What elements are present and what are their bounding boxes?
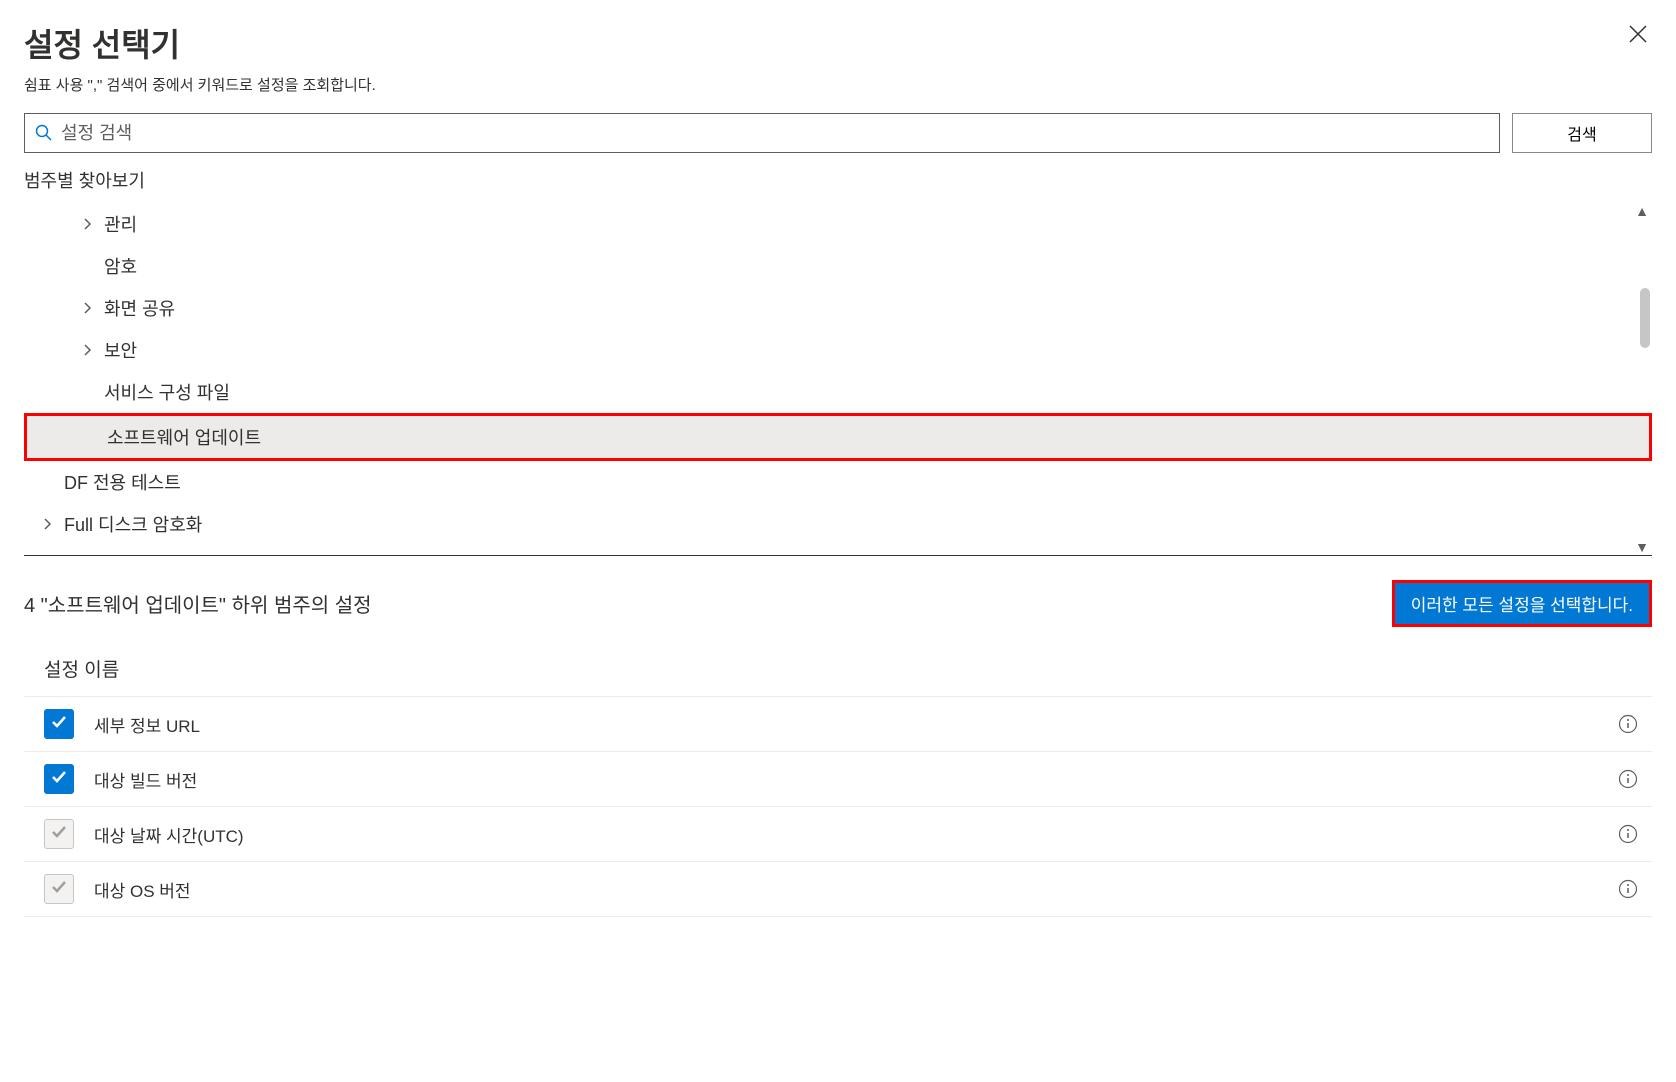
tree-item-label: 관리 xyxy=(104,211,137,237)
tree-item-4[interactable]: 서비스 구성 파일 xyxy=(24,371,1652,413)
setting-row[interactable]: 대상 날짜 시간(UTC) xyxy=(24,806,1652,861)
setting-row[interactable]: 세부 정보 URL xyxy=(24,696,1652,751)
setting-label: 대상 빌드 버전 xyxy=(94,767,1614,792)
tree-item-label: 보안 xyxy=(104,337,137,363)
chevron-right-icon xyxy=(76,218,100,230)
close-icon xyxy=(1628,24,1648,44)
tree-item-3[interactable]: 보안 xyxy=(24,329,1652,371)
tree-item-1[interactable]: 암호 xyxy=(24,245,1652,287)
tree-item-label: DF 전용 테스트 xyxy=(64,469,181,495)
search-icon xyxy=(35,124,53,142)
checkmark-icon xyxy=(50,713,68,736)
setting-checkbox xyxy=(44,819,74,849)
tree-item-label: 서비스 구성 파일 xyxy=(104,379,230,405)
chevron-right-icon xyxy=(76,344,100,356)
subtitle-text: 쉼표 사용 "," 검색어 중에서 키워드로 설정을 조회합니다. xyxy=(24,74,1652,95)
checkmark-icon xyxy=(50,878,68,901)
setting-label: 세부 정보 URL xyxy=(94,712,1614,737)
settings-count-text: 4 "소프트웨어 업데이트" 하위 범주의 설정 xyxy=(24,589,372,618)
chevron-right-icon xyxy=(76,302,100,314)
setting-label: 대상 날짜 시간(UTC) xyxy=(94,822,1614,847)
column-header-name: 설정 이름 xyxy=(24,647,1652,696)
scroll-thumb[interactable] xyxy=(1640,288,1650,348)
category-tree: 관리암호화면 공유보안서비스 구성 파일소프트웨어 업데이트 DF 전용 테스트 F… xyxy=(24,203,1652,556)
chevron-right-icon xyxy=(36,518,60,530)
select-all-button[interactable]: 이러한 모든 설정을 선택합니다. xyxy=(1392,580,1652,627)
tree-item-label: 소프트웨어 업데이트 xyxy=(107,424,261,450)
setting-label: 대상 OS 버전 xyxy=(94,877,1614,902)
tree-item-label: 화면 공유 xyxy=(104,295,175,321)
tree-item-0[interactable]: 관리 xyxy=(24,203,1652,245)
checkmark-icon xyxy=(50,768,68,791)
scroll-down-arrow[interactable]: ▼ xyxy=(1635,539,1649,555)
info-icon[interactable] xyxy=(1614,875,1642,903)
info-icon[interactable] xyxy=(1614,820,1642,848)
tree-item-2[interactable]: 화면 공유 xyxy=(24,287,1652,329)
search-box[interactable] xyxy=(24,113,1500,153)
tree-item-6[interactable]: DF 전용 테스트 xyxy=(24,461,1652,503)
browse-label: 범주별 찾아보기 xyxy=(24,167,1652,193)
setting-row[interactable]: 대상 OS 버전 xyxy=(24,861,1652,917)
page-title: 설정 선택기 xyxy=(24,20,180,66)
setting-checkbox xyxy=(44,874,74,904)
setting-checkbox[interactable] xyxy=(44,764,74,794)
setting-checkbox[interactable] xyxy=(44,709,74,739)
checkmark-icon xyxy=(50,823,68,846)
setting-row[interactable]: 대상 빌드 버전 xyxy=(24,751,1652,806)
info-icon[interactable] xyxy=(1614,765,1642,793)
tree-item-5[interactable]: 소프트웨어 업데이트 xyxy=(24,413,1652,461)
tree-item-label: 암호 xyxy=(104,253,137,279)
search-button[interactable]: 검색 xyxy=(1512,113,1652,153)
scroll-up-arrow[interactable]: ▲ xyxy=(1635,203,1649,219)
tree-item-7[interactable]: Full 디스크 암호화 xyxy=(24,503,1652,545)
tree-item-label: Full 디스크 암호화 xyxy=(64,511,202,537)
info-icon[interactable] xyxy=(1614,710,1642,738)
close-button[interactable] xyxy=(1624,20,1652,54)
search-input[interactable] xyxy=(61,123,1489,144)
